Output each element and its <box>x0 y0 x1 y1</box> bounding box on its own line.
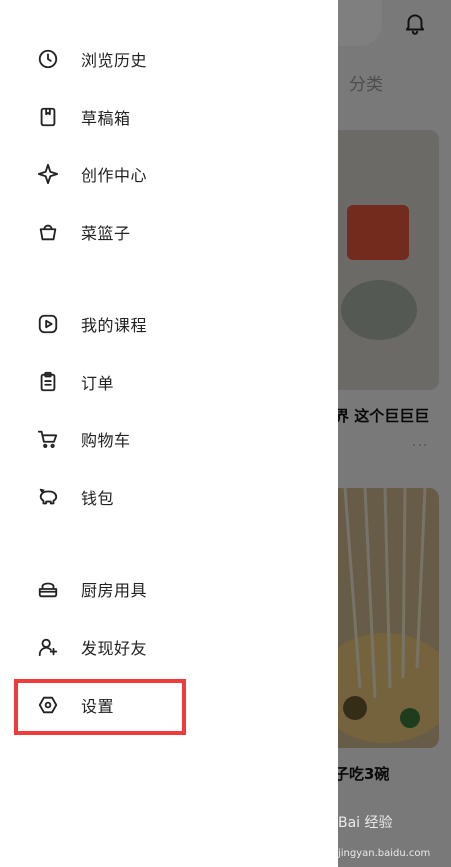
drawer-item-label: 钱包 <box>81 489 115 508</box>
drawer-item-my-courses[interactable]: 我的课程 <box>22 302 322 346</box>
side-drawer: 浏览历史 草稿箱 创作中心 菜篮子 我的课程 订单 购物车 钱包 厨房用具 发现… <box>0 0 338 867</box>
drawer-item-drafts[interactable]: 草稿箱 <box>22 95 322 139</box>
drawer-item-label: 我的课程 <box>81 316 148 335</box>
drawer-item-orders[interactable]: 订单 <box>22 360 322 404</box>
drawer-item-label: 草稿箱 <box>81 109 131 128</box>
basket-icon <box>36 220 60 244</box>
drawer-item-label: 浏览历史 <box>81 51 148 70</box>
drawer-item-label: 创作中心 <box>81 166 148 185</box>
drawer-item-wallet[interactable]: 钱包 <box>22 475 322 519</box>
watermark-url: jingyan.baidu.com <box>338 848 431 859</box>
draft-icon <box>36 105 60 129</box>
drawer-item-cart[interactable]: 购物车 <box>22 417 322 461</box>
drawer-item-label: 菜篮子 <box>81 224 131 243</box>
add-friend-icon <box>36 635 60 659</box>
drawer-item-label: 厨房用具 <box>81 581 148 600</box>
drawer-item-browse-history[interactable]: 浏览历史 <box>22 37 322 81</box>
kitchen-tool-icon <box>36 577 60 601</box>
drawer-item-label: 订单 <box>81 374 115 393</box>
sparkle-icon <box>36 162 60 186</box>
play-course-icon <box>36 312 60 336</box>
watermark-text: Bai 经验 <box>338 815 393 831</box>
drawer-item-basket[interactable]: 菜篮子 <box>22 210 322 254</box>
piggy-bank-icon <box>36 485 60 509</box>
clock-icon <box>36 47 60 71</box>
settings-highlight-box <box>14 679 186 735</box>
drawer-item-creator-center[interactable]: 创作中心 <box>22 152 322 196</box>
cart-icon <box>36 427 60 451</box>
drawer-item-label: 购物车 <box>81 431 131 450</box>
clipboard-icon <box>36 370 60 394</box>
drawer-item-label: 发现好友 <box>81 639 148 658</box>
drawer-item-find-friends[interactable]: 发现好友 <box>22 625 322 669</box>
drawer-item-kitchenware[interactable]: 厨房用具 <box>22 567 322 611</box>
